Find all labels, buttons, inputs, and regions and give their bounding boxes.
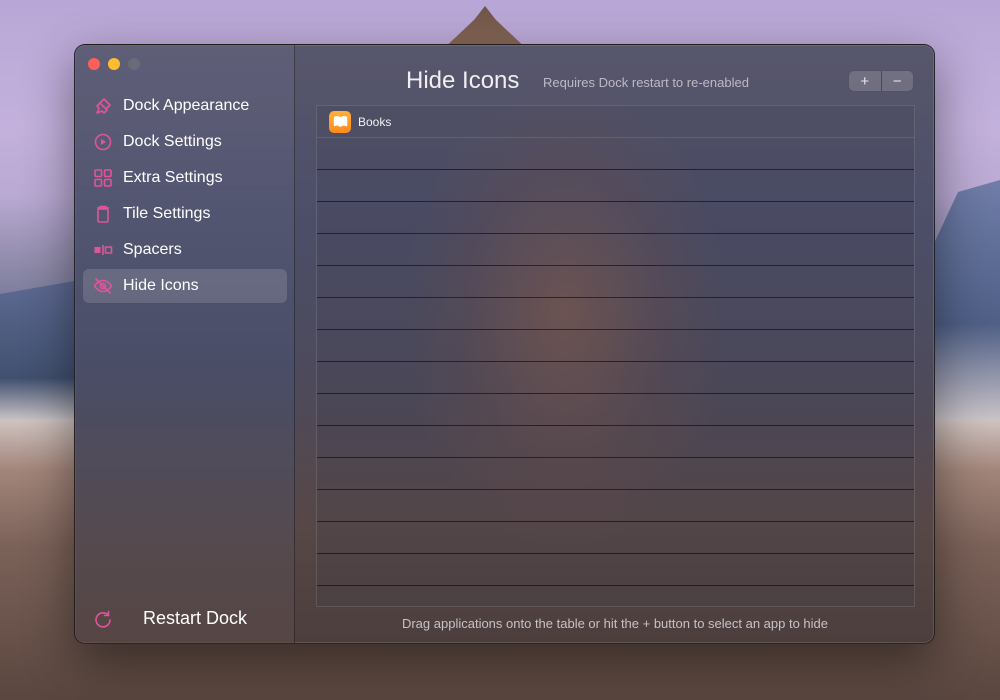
- zoom-button[interactable]: [128, 58, 140, 70]
- table-row[interactable]: Books: [317, 106, 914, 138]
- table-row[interactable]: [317, 458, 914, 490]
- table-row[interactable]: [317, 234, 914, 266]
- add-button[interactable]: +: [849, 71, 881, 91]
- refresh-icon: [93, 609, 113, 629]
- sidebar-item-dock-appearance[interactable]: Dock Appearance: [83, 89, 287, 123]
- sidebar-item-label: Extra Settings: [123, 169, 223, 186]
- trash-icon: [93, 204, 113, 224]
- app-window: Dock Appearance Dock Settings Extra Sett…: [74, 44, 935, 644]
- sidebar-item-hide-icons[interactable]: Hide Icons: [83, 269, 287, 303]
- table-row[interactable]: [317, 362, 914, 394]
- table-row[interactable]: [317, 522, 914, 554]
- sidebar-item-tile-settings[interactable]: Tile Settings: [83, 197, 287, 231]
- table-row[interactable]: [317, 394, 914, 426]
- dock-settings-icon: [93, 132, 113, 152]
- sidebar-item-dock-settings[interactable]: Dock Settings: [83, 125, 287, 159]
- eye-slash-icon: [93, 276, 113, 296]
- grid-icon: [93, 168, 113, 188]
- sidebar-item-label: Hide Icons: [123, 277, 199, 294]
- minimize-button[interactable]: [108, 58, 120, 70]
- table-row[interactable]: [317, 426, 914, 458]
- close-button[interactable]: [88, 58, 100, 70]
- restart-dock-label: Restart Dock: [143, 608, 248, 628]
- table-row[interactable]: [317, 266, 914, 298]
- paintbrush-icon: [93, 96, 113, 116]
- sidebar-item-label: Tile Settings: [123, 205, 211, 222]
- restart-dock-button[interactable]: Restart Dock: [93, 608, 247, 629]
- page-title: Hide Icons: [406, 67, 520, 94]
- background-mountain-left: [0, 280, 80, 420]
- table-row[interactable]: [317, 330, 914, 362]
- table-row[interactable]: [317, 490, 914, 522]
- add-remove-control: + −: [848, 70, 914, 92]
- table-row[interactable]: [317, 298, 914, 330]
- sidebar-item-label: Dock Settings: [123, 133, 222, 150]
- window-controls: [88, 58, 140, 70]
- table-row[interactable]: [317, 202, 914, 234]
- sidebar-item-spacers[interactable]: Spacers: [83, 233, 287, 267]
- remove-button[interactable]: −: [880, 71, 914, 91]
- spacers-icon: [93, 240, 113, 260]
- sidebar: Dock Appearance Dock Settings Extra Sett…: [75, 45, 295, 643]
- background-mountain-right: [930, 180, 1000, 420]
- sidebar-item-extra-settings[interactable]: Extra Settings: [83, 161, 287, 195]
- hidden-apps-table[interactable]: Books: [316, 105, 915, 607]
- books-icon: [329, 110, 351, 133]
- table-row[interactable]: [317, 170, 914, 202]
- sidebar-item-label: Spacers: [123, 241, 182, 258]
- app-name: Books: [358, 114, 392, 129]
- table-row[interactable]: [317, 138, 914, 170]
- footer-hint: Drag applications onto the table or hit …: [401, 616, 829, 631]
- sidebar-nav: Dock Appearance Dock Settings Extra Sett…: [83, 89, 287, 305]
- sidebar-item-label: Dock Appearance: [123, 97, 250, 114]
- page-subtitle: Requires Dock restart to re-enabled: [543, 75, 749, 90]
- main-panel: Hide Icons Requires Dock restart to re-e…: [296, 45, 934, 643]
- table-row[interactable]: [317, 554, 914, 586]
